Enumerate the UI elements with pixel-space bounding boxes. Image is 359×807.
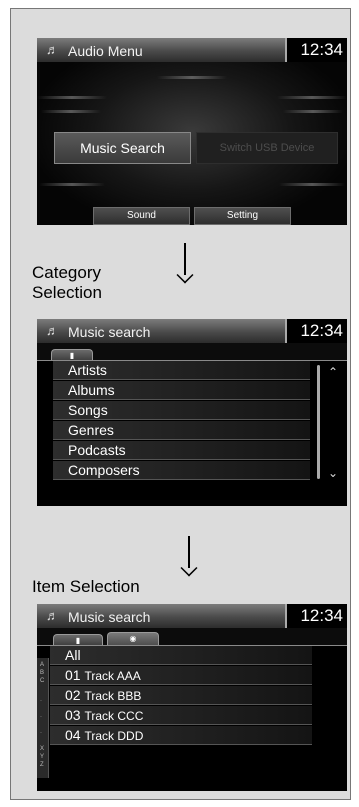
alphabet-index[interactable]: A B C · · · X Y Z <box>37 658 49 778</box>
category-screen: ♬ Music search 12:34 ▮ Artists Albums So… <box>37 319 347 506</box>
screen-title: Music search <box>68 324 151 340</box>
screen-title: Audio Menu <box>68 43 143 59</box>
list-item[interactable]: Podcasts <box>53 441 310 460</box>
all-item[interactable]: All <box>50 646 312 665</box>
music-note-icon: ♬ <box>46 608 59 623</box>
scroll-down-icon[interactable]: ⌄ <box>328 466 338 480</box>
music-note-icon: ♬ <box>46 42 59 57</box>
item-screen: ♬ Music search 12:34 ▮ ◉ A B C · · · X Y… <box>37 604 347 791</box>
list-item[interactable]: Composers <box>53 461 310 480</box>
title-bar: ♬ Audio Menu 12:34 <box>37 38 347 62</box>
down-arrow-icon <box>173 243 197 284</box>
tab-disc[interactable]: ◉ <box>107 632 159 646</box>
list-item[interactable]: Genres <box>53 421 310 440</box>
music-note-icon: ♬ <box>46 323 59 338</box>
disc-icon: ◉ <box>129 634 137 643</box>
screen-title: Music search <box>68 609 151 625</box>
clock: 12:34 <box>285 319 347 343</box>
scroll-up-icon[interactable]: ⌃ <box>328 365 338 379</box>
clock: 12:34 <box>285 38 347 62</box>
item-selection-label: Item Selection <box>32 577 140 596</box>
table-row[interactable]: 03 Track CCC <box>50 706 312 725</box>
setting-button[interactable]: Setting <box>194 207 291 225</box>
category-selection-label: Category Selection <box>32 263 102 302</box>
clock: 12:34 <box>285 604 347 628</box>
list-item[interactable]: Songs <box>53 401 310 420</box>
title-bar: ♬ Music search 12:34 <box>37 604 347 628</box>
list-item[interactable]: Albums <box>53 381 310 400</box>
switch-usb-device-button[interactable]: Switch USB Device <box>196 132 338 164</box>
sound-button[interactable]: Sound <box>93 207 190 225</box>
scrollbar[interactable] <box>317 365 320 479</box>
music-search-button[interactable]: Music Search <box>54 132 191 164</box>
title-bar: ♬ Music search 12:34 <box>37 319 347 343</box>
manual-panel: ♬ Audio Menu 12:34 Music Search Switch U… <box>10 8 351 800</box>
down-arrow-icon <box>177 536 201 577</box>
table-row[interactable]: 02 Track BBB <box>50 686 312 705</box>
list-item[interactable]: Artists <box>53 361 310 380</box>
table-row[interactable]: 01 Track AAA <box>50 666 312 685</box>
audio-menu-screen: ♬ Audio Menu 12:34 Music Search Switch U… <box>37 38 347 225</box>
table-row[interactable]: 04 Track DDD <box>50 726 312 745</box>
